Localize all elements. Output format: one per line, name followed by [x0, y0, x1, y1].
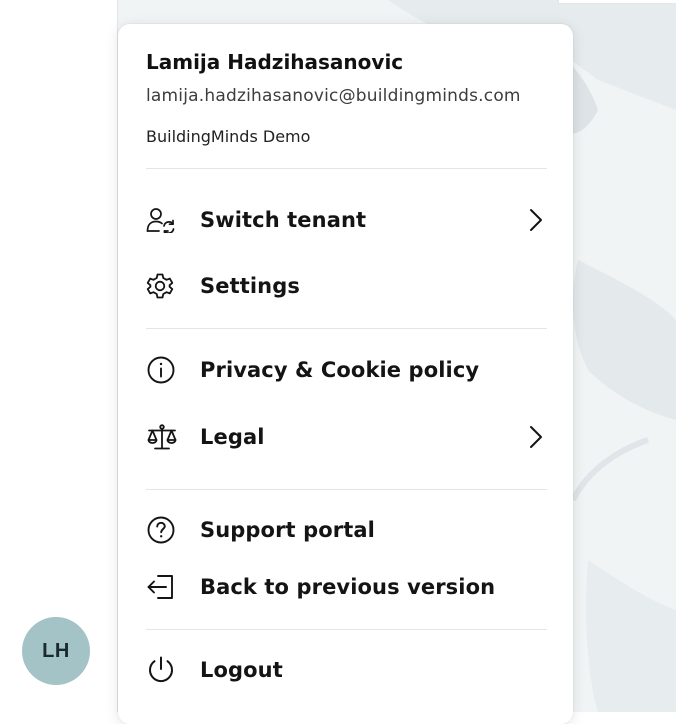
logout-label: Logout — [200, 658, 283, 682]
divider — [146, 168, 547, 169]
legal-item[interactable]: Legal — [146, 417, 547, 457]
map-toolbar-edge — [558, 0, 676, 4]
gear-icon — [146, 269, 200, 303]
power-icon — [146, 653, 200, 687]
exit-arrow-icon — [146, 570, 200, 604]
legal-label: Legal — [200, 425, 265, 449]
support-portal-label: Support portal — [200, 518, 375, 542]
user-menu-dropdown: Lamija Hadzihasanovic lamija.hadzihasano… — [118, 24, 573, 724]
user-tenant: BuildingMinds Demo — [146, 127, 311, 146]
divider — [146, 328, 547, 329]
settings-label: Settings — [200, 274, 300, 298]
divider — [146, 629, 547, 630]
back-to-previous-version-item[interactable]: Back to previous version — [146, 567, 547, 607]
question-icon — [146, 513, 200, 547]
info-icon — [146, 353, 200, 387]
avatar[interactable]: LH — [22, 617, 90, 685]
switch-tenant-label: Switch tenant — [200, 208, 367, 232]
privacy-policy-label: Privacy & Cookie policy — [200, 358, 480, 382]
user-name: Lamija Hadzihasanovic — [146, 50, 404, 74]
switch-tenant-item[interactable]: Switch tenant — [146, 200, 547, 240]
left-navigation-rail — [0, 0, 118, 712]
scale-icon — [146, 420, 200, 454]
settings-item[interactable]: Settings — [146, 266, 547, 306]
support-portal-item[interactable]: Support portal — [146, 510, 547, 550]
divider — [146, 489, 547, 490]
back-to-previous-version-label: Back to previous version — [200, 575, 496, 599]
privacy-policy-item[interactable]: Privacy & Cookie policy — [146, 350, 547, 390]
logout-item[interactable]: Logout — [146, 650, 547, 690]
user-email: lamija.hadzihasanovic@buildingminds.com — [146, 86, 521, 106]
chevron-right-icon — [525, 207, 547, 233]
switch-tenant-icon — [146, 203, 200, 237]
chevron-right-icon — [525, 424, 547, 450]
